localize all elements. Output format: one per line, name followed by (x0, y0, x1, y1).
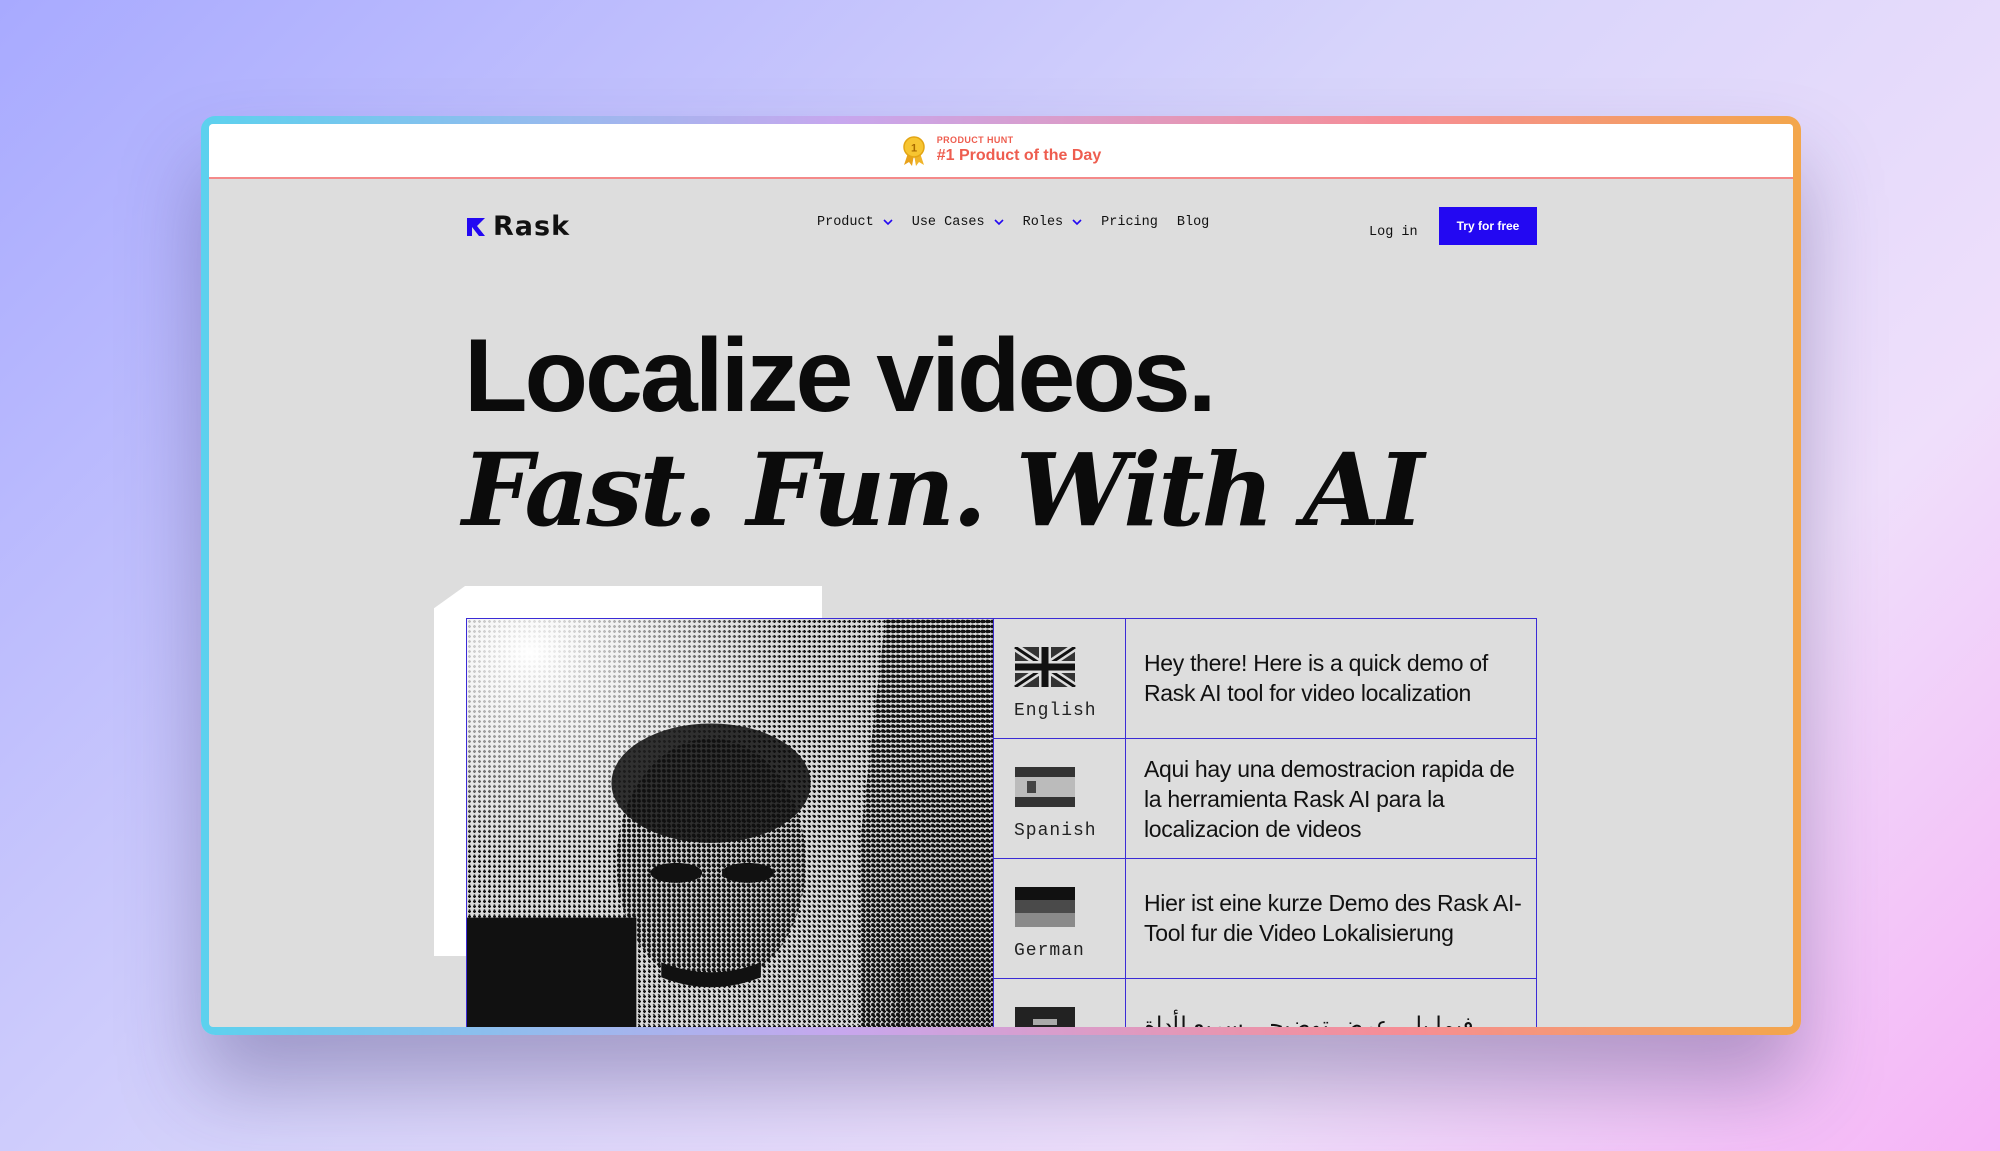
nav-item-label: Roles (1022, 215, 1064, 230)
rask-logo[interactable]: Rask (465, 213, 570, 240)
saudi-flag-icon (1015, 1007, 1075, 1027)
language-table: English Hey there! Here is a quick demo … (994, 618, 1537, 1027)
chevron-down-icon (883, 219, 893, 226)
halftone-person-image (467, 619, 993, 1027)
language-row-arabic[interactable]: فيما يلي عرض توضيحي سريع لأداة (994, 979, 1536, 1027)
main-nav: Rask Product Use Cases Roles Pricing Blo… (209, 204, 1793, 245)
browser-frame: 1 PRODUCT HUNT #1 Product of the Day Ras… (201, 116, 1801, 1035)
translation-text: Aqui hay una demostracion rapida de la h… (1144, 756, 1515, 842)
germany-flag-icon (1015, 887, 1075, 927)
language-cell: German (994, 859, 1126, 978)
product-hunt-badge[interactable]: 1 PRODUCT HUNT #1 Product of the Day (901, 135, 1101, 167)
nav-item-label: Pricing (1101, 215, 1158, 230)
language-name: English (1014, 701, 1097, 721)
language-cell: English (994, 619, 1126, 738)
language-row-english[interactable]: English Hey there! Here is a quick demo … (994, 619, 1536, 739)
nav-links: Product Use Cases Roles Pricing Blog (817, 215, 1228, 230)
language-name: German (1014, 941, 1085, 961)
nav-item-roles[interactable]: Roles (1023, 215, 1083, 230)
nav-item-label: Product (817, 215, 874, 230)
translation-text: Hier ist eine kurze Demo des Rask AI-Too… (1144, 890, 1522, 946)
translation-text: Hey there! Here is a quick demo of Rask … (1144, 650, 1488, 706)
nav-item-blog[interactable]: Blog (1177, 215, 1209, 230)
chevron-down-icon (994, 219, 1004, 226)
nav-item-product[interactable]: Product (817, 215, 893, 230)
language-cell: Spanish (994, 739, 1126, 858)
uk-flag-icon (1014, 647, 1076, 687)
product-hunt-banner[interactable]: 1 PRODUCT HUNT #1 Product of the Day (209, 124, 1793, 179)
product-hunt-title: #1 Product of the Day (936, 147, 1102, 165)
language-row-spanish[interactable]: Spanish Aqui hay una demostracion rapida… (994, 739, 1536, 859)
nav-item-pricing[interactable]: Pricing (1101, 215, 1158, 230)
browser-window: 1 PRODUCT HUNT #1 Product of the Day Ras… (209, 124, 1793, 1027)
language-name: Spanish (1014, 821, 1097, 841)
medal-number: 1 (911, 142, 917, 154)
chevron-down-icon (1072, 219, 1082, 226)
product-hunt-label: PRODUCT HUNT (936, 134, 1014, 145)
demo-video[interactable] (466, 618, 994, 1027)
nav-item-label: Use Cases (911, 215, 985, 230)
try-for-free-button[interactable]: Try for free (1439, 207, 1537, 245)
nav-item-use-cases[interactable]: Use Cases (912, 215, 1004, 230)
rask-logo-icon (467, 217, 485, 236)
login-link[interactable]: Log in (1369, 225, 1418, 240)
medal-icon: 1 (901, 135, 927, 167)
hero-headline: Localize videos. (464, 318, 1217, 434)
translation-text: فيما يلي عرض توضيحي سريع لأداة (1144, 1012, 1474, 1027)
spain-flag-icon (1015, 767, 1075, 807)
language-row-german[interactable]: German Hier ist eine kurze Demo des Rask… (994, 859, 1536, 979)
nav-item-label: Blog (1176, 215, 1210, 230)
hero-subheadline: Fast. Fun. With AI (462, 431, 1424, 549)
logo-text: Rask (493, 211, 571, 242)
language-cell (994, 979, 1126, 1027)
